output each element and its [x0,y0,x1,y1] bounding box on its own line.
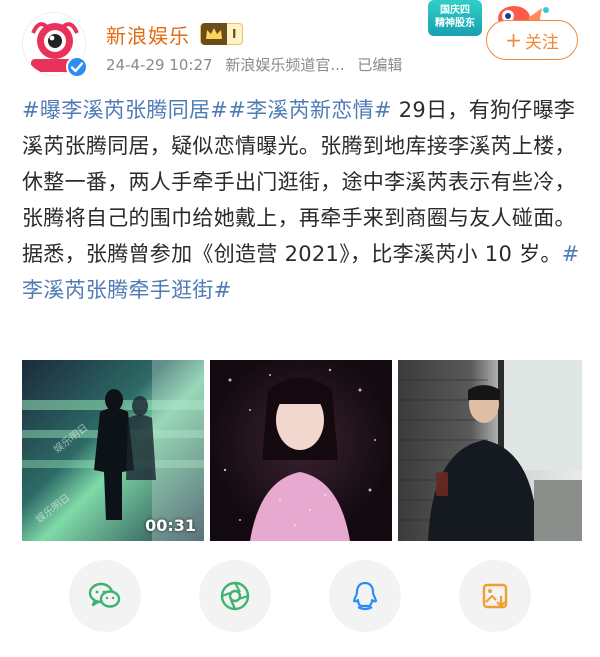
post-body: 29日，有狗仔曝李溪芮张腾同居，疑似恋情曝光。张腾到地库接李溪芮上楼，休整一番，… [22,98,576,266]
promo-badge: 国庆四 精神股东 [428,0,482,36]
account-name[interactable]: 新浪娱乐 [106,20,190,49]
post-text: #曝李溪芮张腾同居##李溪芮新恋情# 29日，有狗仔曝李溪芮张腾同居，疑似恋情曝… [22,92,582,308]
account-name-row: 新浪娱乐 I [106,18,244,50]
photo-thumbnail[interactable] [398,360,582,541]
save-image-button[interactable] [459,560,531,632]
hashtag-link[interactable]: #曝李溪芮张腾同居# [22,98,228,122]
crown-icon [201,23,227,45]
photo-thumbnail[interactable] [210,360,392,541]
hashtag-link[interactable]: #李溪芮新恋情# [228,98,392,122]
save-image-icon [482,583,508,609]
verified-badge-icon [66,56,88,78]
vip-badge[interactable]: I [200,23,244,45]
share-wechat-button[interactable] [69,560,141,632]
wechat-icon [88,582,121,608]
qq-icon [352,581,378,611]
post-timestamp: 24-4-29 10:27 [106,56,213,74]
post-header: 新浪娱乐 I 24-4-29 10:27 新浪娱乐频道官... 已编辑 国庆四 … [0,0,600,90]
media-grid: 娱乐明日 娱乐明日 00:31 [22,360,582,541]
share-qq-button[interactable] [329,560,401,632]
share-bar [0,560,600,640]
follow-button[interactable]: + 关注 [486,20,578,60]
video-thumbnail[interactable]: 娱乐明日 娱乐明日 00:31 [22,360,204,541]
moments-icon [220,581,250,611]
promo-text-line1: 国庆四 [440,5,470,16]
post-source[interactable]: 新浪娱乐频道官... [225,56,344,74]
promo-text-line2: 精神股东 [435,18,475,29]
plus-icon: + [505,28,522,52]
man-seated-image [398,360,582,541]
share-moments-button[interactable] [199,560,271,632]
vip-level: I [232,27,237,41]
edited-label[interactable]: 已编辑 [357,56,402,74]
video-duration: 00:31 [145,516,196,535]
follow-label: 关注 [524,32,559,53]
portrait-woman-image [223,368,376,541]
post-meta: 24-4-29 10:27 新浪娱乐频道官... 已编辑 [106,54,410,75]
